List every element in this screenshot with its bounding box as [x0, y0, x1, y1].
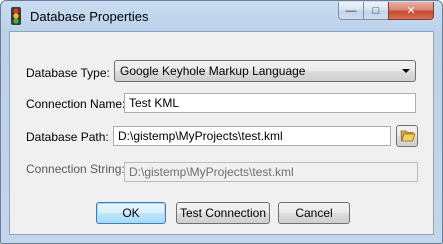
database-path-input[interactable]: D:\gistemp\MyProjects\test.kml: [113, 126, 391, 146]
connection-name-label: Connection Name:: [26, 97, 126, 111]
maximize-icon: □: [372, 4, 380, 17]
maximize-button[interactable]: □: [363, 2, 389, 20]
title-bar[interactable]: Database Properties — □ ✕: [1, 1, 442, 31]
minimize-icon: —: [345, 4, 357, 17]
database-type-value: Google Keyhole Markup Language: [120, 64, 306, 78]
dialog-body: Database Type: Google Keyhole Markup Lan…: [9, 31, 434, 235]
connection-string-label: Connection String:: [26, 162, 125, 176]
window-title: Database Properties: [30, 9, 149, 24]
close-button[interactable]: ✕: [388, 2, 434, 20]
connection-name-input[interactable]: Test KML: [124, 93, 416, 113]
browse-button[interactable]: [396, 125, 418, 147]
test-connection-button[interactable]: Test Connection: [176, 202, 270, 224]
database-path-label: Database Path:: [26, 130, 109, 144]
chevron-down-icon: [402, 69, 410, 73]
database-type-select[interactable]: Google Keyhole Markup Language: [114, 60, 416, 82]
database-type-label: Database Type:: [26, 66, 110, 80]
minimize-button[interactable]: —: [338, 2, 364, 20]
close-icon: ✕: [406, 5, 416, 17]
dialog-window: Database Properties — □ ✕ Database Type:…: [0, 0, 443, 244]
cancel-button[interactable]: Cancel: [278, 202, 350, 224]
folder-open-icon: [400, 130, 416, 142]
ok-button[interactable]: OK: [96, 202, 166, 224]
connection-string-input: D:\gistemp\MyProjects\test.kml: [124, 162, 418, 182]
traffic-light-icon: [11, 7, 21, 25]
